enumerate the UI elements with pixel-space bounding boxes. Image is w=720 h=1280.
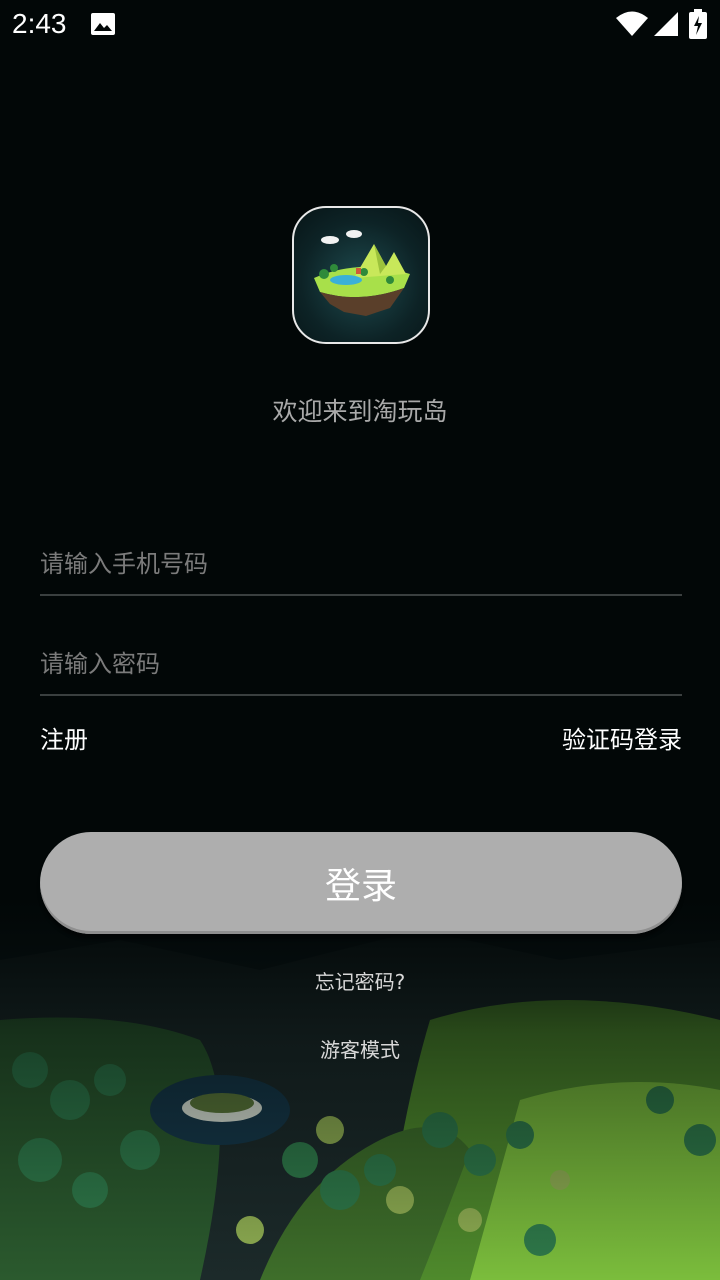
password-input[interactable] [40, 634, 682, 696]
forgot-password-link[interactable]: 忘记密码? [0, 966, 720, 995]
login-button[interactable]: 登录 [40, 832, 682, 934]
background-landscape [0, 900, 720, 1280]
welcome-text: 欢迎来到淘玩岛 [272, 397, 448, 426]
signal-icon [654, 12, 678, 36]
guest-mode-link[interactable]: 游客模式 [0, 1034, 720, 1063]
floating-island-logo [314, 230, 410, 316]
register-link[interactable]: 注册 [40, 720, 88, 755]
image-icon [91, 13, 115, 35]
phone-number-input[interactable] [40, 534, 682, 596]
sms-code-login-link[interactable]: 验证码登录 [562, 720, 682, 755]
status-bar: 2:43 [0, 0, 720, 48]
app-logo [292, 206, 430, 344]
battery-charging-icon [689, 9, 707, 39]
status-time: 2:43 [12, 8, 67, 39]
wifi-icon [616, 11, 648, 36]
